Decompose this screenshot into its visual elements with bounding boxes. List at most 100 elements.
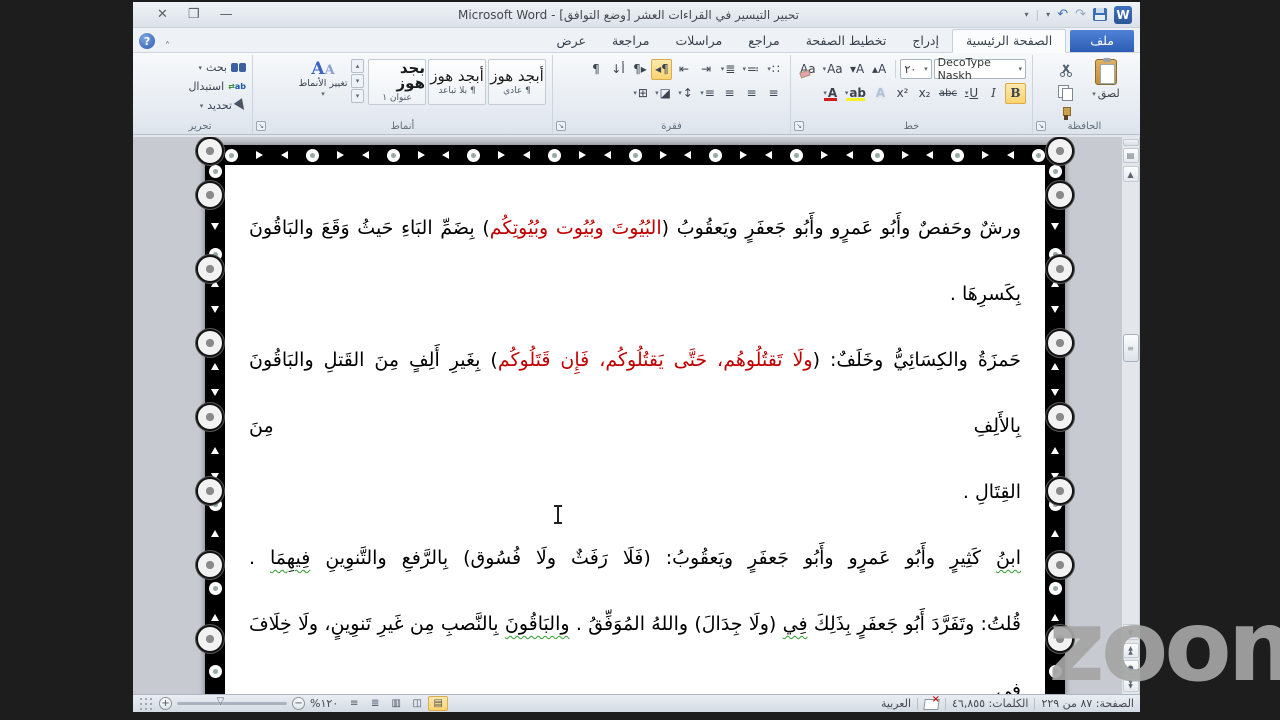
line-spacing-button[interactable]: ↕ ▾ [675,83,696,104]
subscript-button[interactable]: x₂ [914,83,935,104]
style-scroll-up-icon[interactable]: ▴ [351,59,364,73]
page-number-indicator[interactable]: الصفحة: ٨٧ من ٢٢٩ [1041,697,1134,710]
web-layout-view-button[interactable]: ▥ [386,696,406,711]
sort-button[interactable]: أ↓ [607,59,628,80]
rtl-text-direction-button[interactable]: ¶◂ [651,58,673,80]
next-page-button[interactable]: ▼ ▼ [1122,677,1139,692]
undo-icon[interactable]: ↶ [1057,8,1068,21]
numbering-button[interactable]: ≔ ▾ [739,59,762,80]
split-window-handle[interactable] [1122,139,1139,146]
maximize-button[interactable]: ❒ [188,7,200,22]
italic-button[interactable]: I [983,83,1004,104]
bullets-button[interactable]: ∷ ▾ [763,59,784,80]
tab-4[interactable]: مراسلات [662,30,735,52]
previous-page-button[interactable]: ▲ ▲ [1122,643,1139,658]
strikethrough-button[interactable]: abc [936,83,960,104]
text-highlight-color-button[interactable]: ab ▾ [842,83,869,104]
help-icon[interactable]: ? [139,33,155,49]
doc-line-6[interactable]: قُلتُ: وتَفَرَّدَ أَبُو جَعفَرٍ بِذَلِكَ… [249,591,1021,694]
cut-button[interactable] [1054,59,1078,80]
ltr-text-direction-button[interactable]: ▸¶ [629,59,650,80]
tab-5[interactable]: مراجعة [599,30,663,52]
close-button[interactable]: ✕ [157,7,168,22]
decrease-indent-button[interactable]: ⇤ [673,59,694,80]
zoom-out-icon[interactable]: − [292,697,305,710]
font-dialog-launcher[interactable]: ↘ [794,121,804,131]
border-arrow-motif [740,151,748,159]
styles-dialog-launcher[interactable]: ↘ [256,121,266,131]
shading-button[interactable]: ◪ ▾ [652,83,674,104]
tab-0[interactable]: الصفحة الرئيسية [951,29,1067,53]
justify-button[interactable]: ≡ ▾ [697,83,718,104]
scroll-up-icon[interactable]: ▲ [1122,166,1139,182]
style-gallery-more-icon[interactable]: ▾ [351,89,364,103]
draft-view-button[interactable]: ≡ [344,696,364,711]
zoom-level[interactable]: %١٢٠ [310,697,338,710]
zoom-in-icon[interactable]: + [159,697,172,710]
fullscreen-reading-view-button[interactable]: ◫ [407,696,427,711]
tab-1[interactable]: إدراج [899,30,952,52]
doc-line-3[interactable]: حَمزَةُ والكِسَائِيُّ وخَلَفٌ: (ولَا تَق… [249,327,1021,459]
resize-grip[interactable] [139,696,153,711]
text-effects-button[interactable]: A [870,83,891,104]
change-styles-button[interactable]: AA تغيير الأنماط ▾ [297,59,349,99]
align-center-button[interactable]: ≡ [741,83,762,104]
grow-font-button[interactable]: A▴ [869,59,890,80]
bold-button[interactable]: B [1005,82,1026,104]
style-item-1[interactable]: أبجد هوز ¶ بلا تباعد [428,59,486,105]
underline-button[interactable]: U ▾ [961,83,982,104]
paragraph-dialog-launcher[interactable]: ↘ [556,121,566,131]
undo-dropdown-icon[interactable]: ▾ [1046,10,1050,19]
increase-indent-button[interactable]: ⇥ [695,59,716,80]
font-family-select[interactable]: DecoType Naskh ▾ [933,56,1026,82]
shrink-font-button[interactable]: A▾ [847,59,868,80]
collapse-ribbon-icon[interactable]: ˄ [155,41,180,52]
language-indicator[interactable]: العربية [881,697,911,710]
clear-formatting-button[interactable]: Aa [797,59,819,80]
zoom-slider[interactable]: ▽ [177,696,287,707]
tab-6[interactable]: عرض [543,30,598,52]
change-case-button[interactable]: Aa ▾ [820,59,846,80]
style-item-2[interactable]: بجد هوز عنوان ١ [368,59,426,105]
proofing-errors-icon[interactable] [924,694,940,710]
style-scroll-down-icon[interactable]: ▾ [351,74,364,88]
redo-icon[interactable]: ↷ [1075,8,1086,21]
save-icon[interactable] [1093,8,1107,21]
zoom-slider-thumb[interactable]: ▽ [217,696,225,707]
find-button[interactable]: بحث ▾ [154,59,246,76]
scrollbar-track[interactable]: ≡ [1122,184,1139,621]
multilevel-list-button[interactable]: ≣ ▾ [717,59,738,80]
doc-line-2[interactable]: بِكَسرِهَا . [249,261,1021,327]
doc-line-5[interactable]: ابنُ كَثِيرٍ وأَبُو عَمرٍو وأَبُو جَعفَر… [249,525,1021,591]
doc-line-1[interactable]: ورشٌ وحَفصٌ وأَبُو عَمرٍو وأَبُو جَعفَرٍ… [249,195,1021,261]
align-left-button[interactable]: ≡ [719,83,740,104]
clipboard-dialog-launcher[interactable]: ↘ [1036,121,1046,131]
scrollbar-thumb[interactable]: ≡ [1122,334,1139,362]
select-button[interactable]: تحديد ▾ [154,97,249,114]
replace-button[interactable]: ab⇄ استبدال [154,78,246,95]
word-app-icon[interactable]: W [1114,5,1132,24]
font-color-button[interactable]: A ▾ [820,83,841,104]
style-item-0[interactable]: أبجد هوز ¶ عادي [488,59,546,105]
align-right-button[interactable]: ≡ [763,83,784,104]
minimize-button[interactable]: — [220,7,233,22]
tab-3[interactable]: مراجع [735,30,792,52]
customize-qat-icon[interactable]: ▾ [1024,10,1028,19]
select-browse-object-button[interactable]: ● [1122,660,1139,675]
print-layout-view-button[interactable]: ▤ [428,696,449,711]
border-arrow-motif [845,151,853,159]
doc-line-4[interactable]: القِتَالِ . [249,459,1021,525]
word-count-indicator[interactable]: الكلمات: ٤٦,٨٥٥ [952,697,1028,710]
copy-button[interactable] [1054,81,1078,102]
paste-button[interactable]: لصق ▾ [1082,57,1130,124]
ruler-toggle-button[interactable]: ▤ [1122,148,1139,163]
scroll-down-icon[interactable]: ▼ [1122,624,1139,640]
font-size-select[interactable]: ٢٠ ▾ [900,59,932,79]
document-page[interactable]: ورشٌ وحَفصٌ وأَبُو عَمرٍو وأَبُو جَعفَرٍ… [198,139,1072,694]
borders-button[interactable]: ⊞ ▾ [630,83,651,104]
superscript-button[interactable]: x² [892,83,913,104]
tab-file[interactable]: ملف [1070,30,1134,52]
tab-2[interactable]: تخطيط الصفحة [793,30,900,52]
show-hide-pilcrow-button[interactable]: ¶ [585,59,606,80]
outline-view-button[interactable]: ≣ [365,696,385,711]
